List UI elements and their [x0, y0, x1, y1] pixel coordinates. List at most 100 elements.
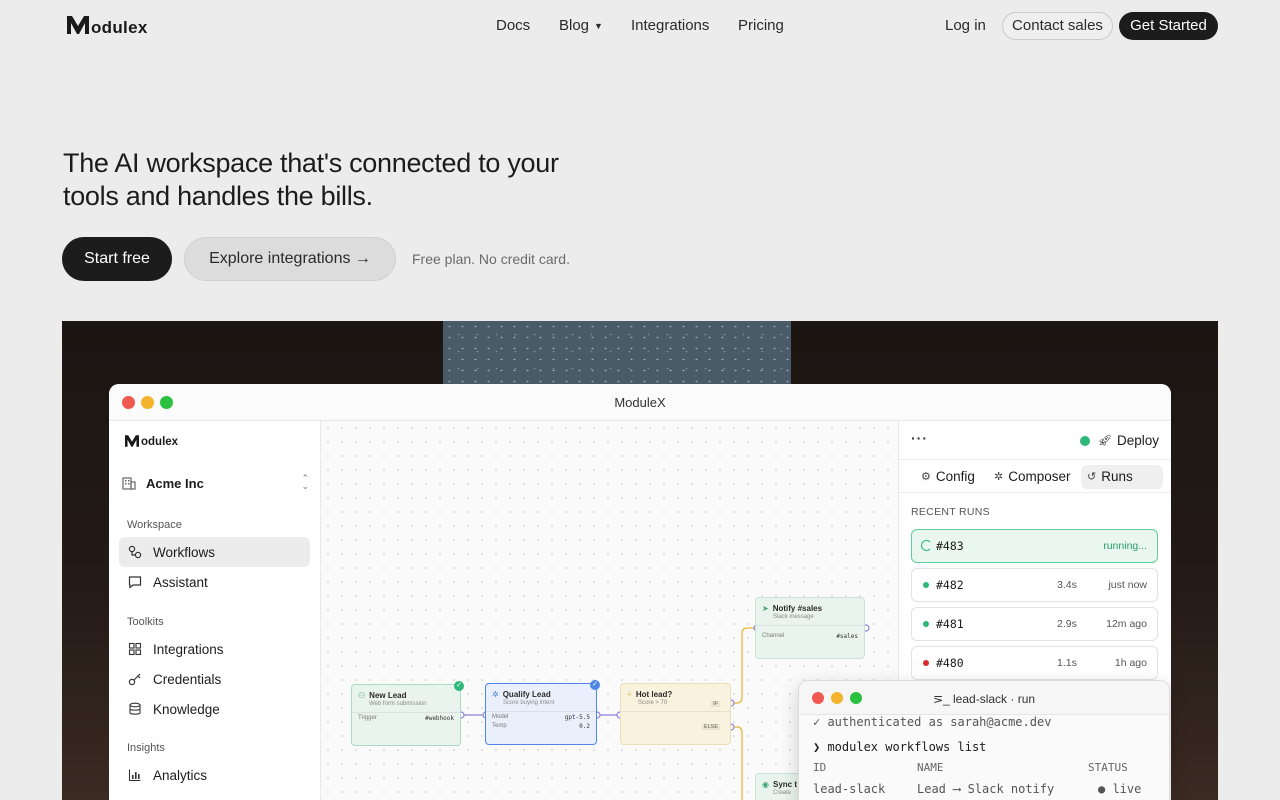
terminal-cell-name: Lead ⟶ Slack notify — [917, 782, 1055, 796]
run-time: just now — [1108, 579, 1147, 591]
brand-name: odulex — [91, 18, 148, 37]
node-notify-sales[interactable]: ➤ Notify #sales Slack message Channel #sal… — [755, 597, 865, 659]
node-hot-lead[interactable]: ⑂ Hot lead? Score > 70 IF ELSE — [620, 683, 731, 745]
sidebar-item-integrations[interactable]: Integrations — [119, 634, 310, 664]
get-started-button[interactable]: Get Started — [1119, 12, 1218, 40]
more-options-icon[interactable]: ··· — [911, 430, 928, 446]
node-subtitle: Score buying intent — [503, 700, 555, 706]
terminal-window[interactable]: ⋝_ lead-slack · run ✓ authenticated as s… — [798, 680, 1170, 800]
run-row[interactable]: #480 1.1s 1h ago — [911, 646, 1158, 680]
tab-label: Config — [935, 469, 975, 484]
tab-runs[interactable]: ↺ Runs — [1081, 465, 1163, 489]
run-duration: 2.9s — [1057, 618, 1077, 630]
section-toolkits: Toolkits — [127, 616, 164, 628]
sidebar-item-label: Credentials — [153, 671, 222, 687]
terminal-header-status: STATUS — [1088, 761, 1128, 774]
terminal-cell-status: ● live — [1098, 782, 1142, 796]
tab-config[interactable]: ⚙ Config — [915, 465, 981, 489]
rocket-icon: 🚀︎ — [1098, 435, 1112, 447]
run-id: #481 — [936, 617, 964, 631]
node-field-label: Channel — [762, 633, 785, 639]
product-showcase: ModuleX odulex Acme Inc ⌃ ⌄ Workspace Wo… — [62, 321, 1218, 800]
sidebar-item-label: Analytics — [153, 767, 208, 783]
workflow-icon — [127, 544, 143, 560]
sidebar-item-knowledge[interactable]: Knowledge — [119, 694, 310, 724]
terminal-titlebar: ⋝_ lead-slack · run — [799, 681, 1169, 715]
tab-label: Composer — [1008, 469, 1071, 484]
history-icon: ↺ — [1087, 471, 1097, 483]
node-new-lead[interactable]: ✓ ⚇ New Lead Web form submission Trigger #… — [351, 681, 464, 746]
tab-composer[interactable]: ✲ Composer — [988, 465, 1077, 489]
run-row[interactable]: #481 2.9s 12m ago — [911, 607, 1158, 641]
sparkle-icon: ✲ — [994, 471, 1004, 483]
run-row[interactable]: #483 running... — [911, 529, 1158, 563]
sidebar-item-workflows[interactable]: Workflows — [119, 537, 310, 567]
branch-icon: ⑂ — [627, 690, 632, 699]
deploy-label: Deploy — [1116, 433, 1159, 448]
node-field-value: #webhook — [425, 715, 454, 722]
tab-label: Runs — [1101, 469, 1133, 484]
top-nav: odulex Docs Blog ▼ Integrations Pricing L… — [0, 0, 1280, 52]
key-icon — [127, 671, 143, 687]
recent-runs-heading: RECENT RUNS — [911, 506, 990, 518]
node-title: New Lead — [369, 691, 407, 700]
run-time: 1h ago — [1114, 657, 1147, 669]
contact-sales-button[interactable]: Contact sales — [1002, 12, 1113, 40]
node-title: Hot lead? — [635, 690, 673, 699]
node-field-value: #sales — [836, 633, 858, 640]
terminal-prompt: ❯ modulex workflows list — [813, 740, 987, 754]
sidebar-item-credentials[interactable]: Credentials — [119, 664, 310, 694]
brand-logo[interactable]: odulex — [66, 14, 148, 36]
section-workspace: Workspace — [127, 519, 182, 531]
node-qualify-lead[interactable]: ✓ ✲ Qualify Lead Score buying intent Mode… — [485, 680, 600, 745]
run-row[interactable]: #482 3.4s just now — [911, 568, 1158, 602]
check-icon: ✓ — [590, 680, 600, 690]
nav-pricing[interactable]: Pricing — [738, 17, 784, 34]
hero-title: The AI workspace that's connected to you… — [63, 148, 559, 211]
node-title: Sync t — [772, 780, 797, 789]
run-time: 12m ago — [1106, 618, 1147, 630]
sidebar-item-analytics[interactable]: Analytics — [119, 760, 310, 790]
org-name: Acme Inc — [146, 475, 204, 491]
success-dot — [923, 621, 929, 627]
sidebar-item-assistant[interactable]: Assistant — [119, 567, 310, 597]
starry-sky-image — [443, 321, 791, 385]
explore-integrations-button[interactable]: Explore integrations → — [184, 237, 396, 281]
building-icon — [122, 477, 136, 490]
free-plan-note: Free plan. No credit card. — [412, 251, 570, 267]
nav-blog[interactable]: Blog ▼ — [559, 17, 603, 34]
gear-icon: ⚙ — [921, 471, 931, 483]
nav-integrations[interactable]: Integrations — [631, 17, 709, 34]
login-link[interactable]: Log in — [945, 17, 986, 34]
sparkle-icon: ✲ — [492, 690, 499, 699]
run-id: #483 — [936, 539, 964, 553]
terminal-header-id: ID — [813, 761, 827, 774]
modulex-logo-icon — [125, 435, 139, 447]
window-title: ModuleX — [614, 395, 666, 410]
terminal-header-name: NAME — [917, 761, 944, 774]
nav-docs[interactable]: Docs — [496, 17, 530, 34]
user-plus-icon: ⚇ — [358, 691, 366, 700]
terminal-title: ⋝_ lead-slack · run — [932, 692, 1036, 706]
success-dot — [923, 582, 929, 588]
chevron-up-down-icon: ⌃ ⌄ — [301, 473, 309, 491]
chat-bubble-icon — [127, 574, 143, 590]
node-subtitle: Slack message — [773, 614, 814, 620]
deploy-button[interactable]: 🚀︎ Deploy — [1080, 433, 1159, 448]
nav-blog-label: Blog — [559, 17, 590, 34]
terminal-auth-line: ✓ authenticated as sarah@acme.dev — [813, 715, 1052, 729]
error-dot — [923, 660, 929, 666]
node-subtitle: Score > 70 — [638, 700, 668, 706]
sidebar-logo[interactable]: odulex — [124, 434, 178, 448]
node-field-value: 0.2 — [579, 723, 590, 730]
send-icon: ➤ — [762, 604, 769, 613]
node-subtitle: Web form submission — [369, 701, 427, 707]
node-field-label: Temp — [492, 723, 507, 729]
sidebar-item-label: Integrations — [153, 641, 224, 657]
start-free-button[interactable]: Start free — [62, 237, 172, 281]
org-switcher[interactable]: Acme Inc ⌃ ⌄ — [121, 471, 309, 495]
window-titlebar: ModuleX — [109, 384, 1171, 421]
node-field-label: Model — [492, 714, 509, 720]
node-title: Qualify Lead — [502, 690, 551, 699]
run-time: running... — [1103, 540, 1147, 552]
